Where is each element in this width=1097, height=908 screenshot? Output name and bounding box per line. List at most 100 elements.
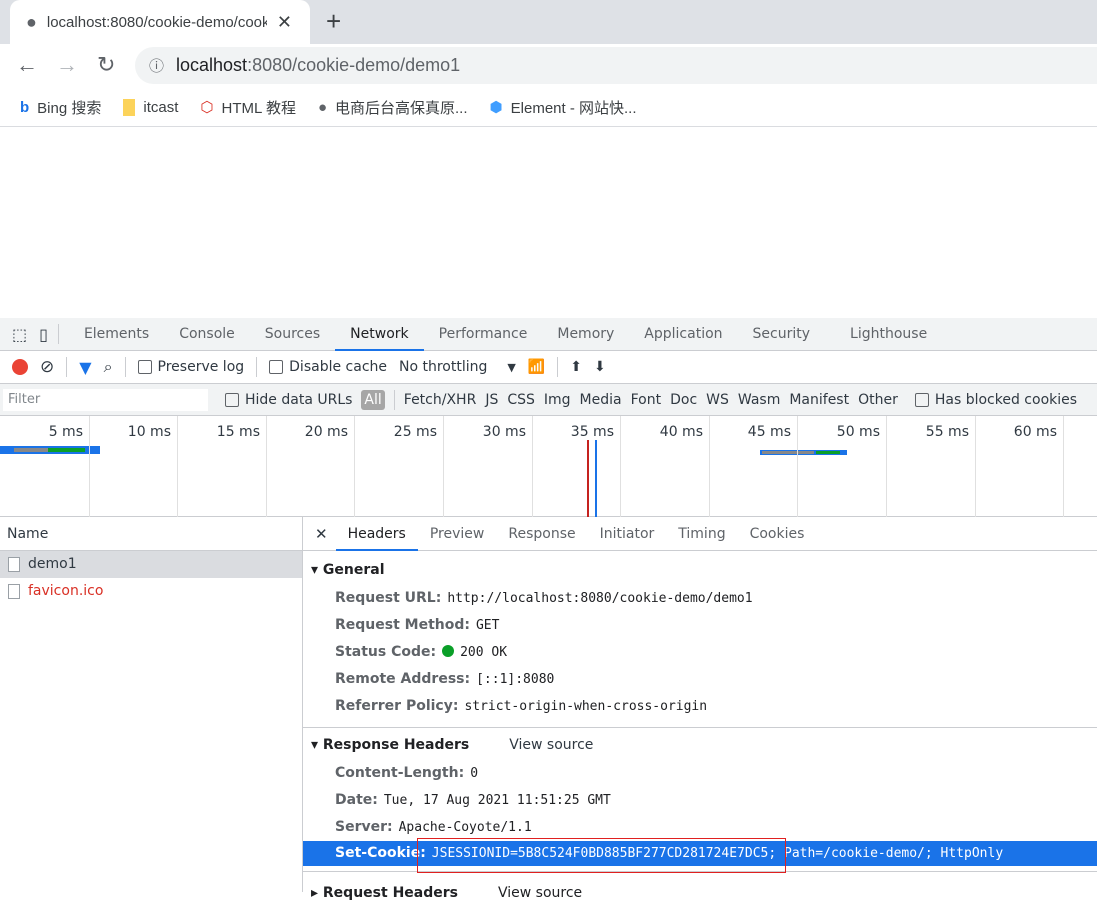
reload-icon[interactable]: ↻	[97, 52, 115, 78]
request-bar-waiting	[762, 451, 814, 454]
status-ok-icon	[442, 645, 455, 657]
disable-cache-checkbox[interactable]: Disable cache	[269, 359, 387, 375]
import-har-icon[interactable]: ⬆	[570, 359, 582, 375]
network-toolbar: ⊘ ▼ ⌕ Preserve log Disable cache No thro…	[0, 351, 1097, 384]
bookmark[interactable]: itcast	[123, 98, 179, 116]
timeline-tick-label: 10 ms	[127, 424, 171, 440]
tab-elements[interactable]: Elements	[69, 318, 164, 351]
folder-icon	[123, 98, 136, 116]
tab-lighthouse[interactable]: Lighthouse	[835, 318, 942, 351]
timeline-tick-label: 45 ms	[747, 424, 791, 440]
tab-application[interactable]: Application	[629, 318, 737, 351]
url-path: :8080/cookie-demo/demo1	[247, 55, 461, 75]
export-har-icon[interactable]: ⬇	[594, 359, 606, 375]
close-icon[interactable]: ✕	[303, 525, 336, 543]
tab-network[interactable]: Network	[335, 318, 424, 351]
type-filter[interactable]: CSS	[507, 392, 535, 408]
type-filter[interactable]: Fetch/XHR	[404, 392, 477, 408]
header-row: Status Code: 200 OK	[335, 644, 508, 660]
type-filter[interactable]: Doc	[670, 392, 697, 408]
tab-initiator[interactable]: Initiator	[588, 517, 667, 551]
load-event-line	[587, 440, 589, 517]
bookmark-label: Bing 搜索	[37, 99, 102, 117]
new-tab-button[interactable]: +	[326, 6, 341, 37]
clear-icon[interactable]: ⊘	[40, 357, 54, 377]
header-row: Server: Apache-Coyote/1.1	[335, 819, 532, 835]
document-icon	[8, 557, 20, 572]
type-filter[interactable]: Other	[858, 392, 898, 408]
record-icon[interactable]	[12, 359, 28, 375]
tab-performance[interactable]: Performance	[424, 318, 543, 351]
section-toggle[interactable]: ▾ Response Headers View source	[303, 730, 1097, 760]
timeline-gridline	[620, 416, 621, 517]
tab-response[interactable]: Response	[496, 517, 587, 551]
name-column-header[interactable]: Name	[0, 517, 302, 551]
timeline-gridline	[532, 416, 533, 517]
highlight-box	[417, 838, 786, 873]
globe-icon: ●	[317, 98, 328, 116]
tab-sources[interactable]: Sources	[250, 318, 335, 351]
type-filter[interactable]: Manifest	[789, 392, 849, 408]
bookmark[interactable]: ⬢ Element - 网站快...	[490, 97, 637, 118]
back-icon[interactable]: ←	[16, 52, 38, 78]
bookmark[interactable]: ● 电商后台高保真原...	[318, 97, 468, 118]
html-logo-icon: ⬡	[200, 99, 214, 116]
timeline-gridline	[89, 416, 90, 517]
section-toggle[interactable]: ▸ Request Headers View source	[303, 872, 1097, 902]
document-icon	[8, 584, 20, 599]
bookmark[interactable]: ⬡ HTML 教程	[200, 97, 296, 118]
tab-timing[interactable]: Timing	[666, 517, 737, 551]
bookmark-label: Element - 网站快...	[510, 99, 637, 117]
divider	[66, 357, 68, 377]
bookmark[interactable]: b Bing 搜索	[20, 97, 101, 118]
header-row: Date: Tue, 17 Aug 2021 11:51:25 GMT	[335, 792, 611, 808]
view-source-link[interactable]: View source	[498, 885, 582, 901]
dom-content-loaded-line	[595, 440, 597, 517]
type-filter-all[interactable]: All	[361, 389, 385, 410]
devtools-tabs: ⬚ ▯ Elements Console Sources Network Per…	[0, 318, 1097, 351]
element-logo-icon: ⬢	[489, 99, 503, 116]
type-filter[interactable]: Img	[544, 392, 571, 408]
filter-icon[interactable]: ▼	[79, 358, 91, 377]
tab-preview[interactable]: Preview	[418, 517, 497, 551]
type-filter[interactable]: Media	[580, 392, 622, 408]
type-filter[interactable]: JS	[485, 392, 498, 408]
type-filter[interactable]: Wasm	[738, 392, 780, 408]
search-icon[interactable]: ⌕	[104, 357, 113, 377]
timeline-overview[interactable]: 5 ms 10 ms 15 ms 20 ms 25 ms 30 ms 35 ms 40 ms 4…	[0, 416, 1097, 517]
network-conditions-icon[interactable]: 📶	[528, 359, 545, 375]
filter-bar: Filter Hide data URLs All Fetch/XHR JS C…	[0, 384, 1097, 416]
request-row[interactable]: favicon.ico	[0, 578, 302, 605]
tab-cookies[interactable]: Cookies	[738, 517, 817, 551]
hide-data-urls-checkbox[interactable]: Hide data URLs	[225, 392, 352, 408]
bookmark-label: itcast	[143, 98, 179, 116]
tab-console[interactable]: Console	[164, 318, 250, 351]
request-row[interactable]: demo1	[0, 551, 302, 578]
request-headers-section: ▸ Request Headers View source	[303, 871, 1097, 902]
address-bar[interactable]: ⓘ localhost:8080/cookie-demo/demo1	[135, 47, 1097, 84]
divider	[256, 357, 258, 377]
request-bar-download	[48, 448, 85, 452]
tab-memory[interactable]: Memory	[542, 318, 629, 351]
section-toggle[interactable]: ▾ General	[303, 555, 1097, 585]
throttling-select[interactable]: No throttling ▼	[399, 359, 516, 375]
device-toolbar-icon[interactable]: ▯	[39, 325, 48, 344]
forward-icon[interactable]: →	[56, 52, 78, 78]
tab-headers[interactable]: Headers	[335, 517, 418, 551]
header-row: Request Method: GET	[335, 617, 500, 633]
browser-tab[interactable]: ● localhost:8080/cookie-demo/cookie-demo…	[10, 0, 310, 44]
inspect-icon[interactable]: ⬚	[12, 325, 27, 344]
close-icon[interactable]: ✕	[277, 12, 292, 33]
type-filter[interactable]: Font	[631, 392, 661, 408]
timeline-gridline	[797, 416, 798, 517]
has-blocked-cookies-checkbox[interactable]: Has blocked cookies	[914, 392, 1077, 408]
view-source-link[interactable]: View source	[509, 737, 593, 753]
type-filter[interactable]: WS	[706, 392, 729, 408]
preserve-log-checkbox[interactable]: Preserve log	[137, 359, 244, 375]
tab-security[interactable]: Security	[738, 318, 826, 351]
tab-title: localhost:8080/cookie-demo/cookie-demo/d…	[46, 13, 267, 31]
timeline-tick-label: 40 ms	[659, 424, 703, 440]
request-bar-download	[816, 451, 840, 454]
devtools: ⬚ ▯ Elements Console Sources Network Per…	[0, 318, 1097, 901]
filter-input[interactable]: Filter	[3, 388, 208, 411]
